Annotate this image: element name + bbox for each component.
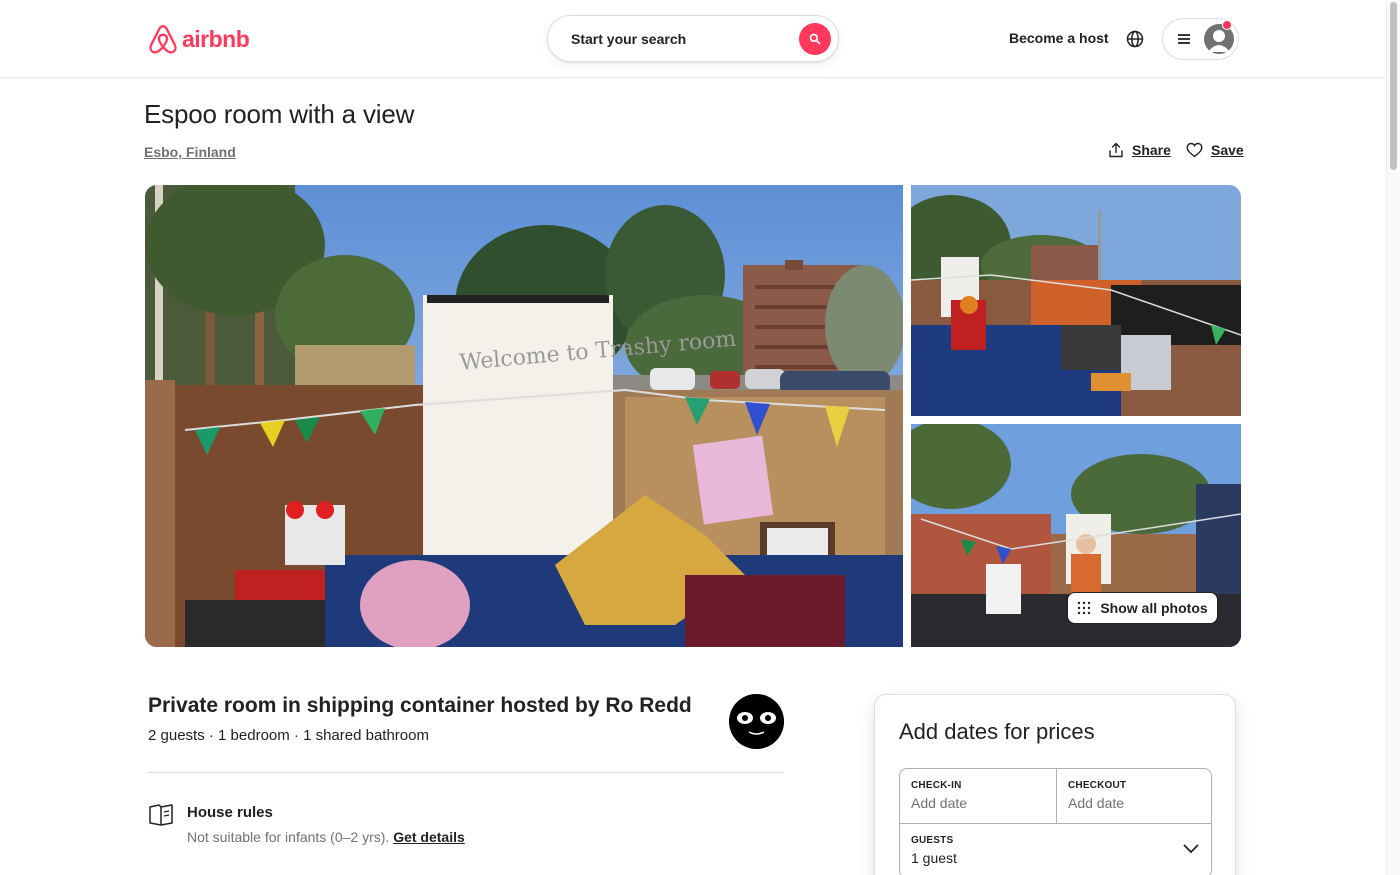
menu-icon <box>1178 34 1190 44</box>
listing-photo-main[interactable]: Welcome to Trashy room <box>145 185 903 647</box>
rules-book-icon <box>149 804 173 826</box>
listing-location-link[interactable]: Esbo, Finland <box>144 144 236 160</box>
share-icon <box>1109 142 1123 158</box>
airbnb-logo[interactable]: airbnb <box>148 23 250 55</box>
listing-title: Espoo room with a view <box>144 99 415 129</box>
checkin-label: CHECK-IN <box>911 780 962 791</box>
date-guest-picker: CHECK-IN Add date CHECKOUT Add date GUES… <box>899 768 1212 875</box>
top-header: airbnb Start your search Become a host <box>0 0 1386 78</box>
airbnb-logo-icon <box>149 24 177 54</box>
booking-title: Add dates for prices <box>899 719 1095 744</box>
checkin-field[interactable]: CHECK-IN Add date <box>900 769 1056 823</box>
house-rules-text: Not suitable for infants (0–2 yrs). Get … <box>187 829 465 845</box>
checkout-field[interactable]: CHECKOUT Add date <box>1057 769 1213 823</box>
guests-value: 1 guest <box>911 850 957 866</box>
become-host-link[interactable]: Become a host <box>1009 30 1109 46</box>
page-scrollbar[interactable] <box>1386 0 1400 875</box>
show-all-photos-button[interactable]: Show all photos <box>1067 592 1218 624</box>
booking-card: Add dates for prices CHECK-IN Add date C… <box>874 694 1236 875</box>
host-avatar[interactable] <box>729 694 784 749</box>
checkout-label: CHECKOUT <box>1068 780 1127 791</box>
listing-type-host: Private room in shipping container hoste… <box>148 694 692 717</box>
share-label: Share <box>1132 142 1171 158</box>
save-label: Save <box>1211 142 1244 158</box>
listing-photo-2[interactable] <box>911 185 1241 416</box>
chevron-down-icon <box>1183 844 1199 854</box>
checkin-value: Add date <box>911 795 968 811</box>
house-rules-title: House rules <box>187 804 273 821</box>
house-rules-desc: Not suitable for infants (0–2 yrs). <box>187 829 394 845</box>
guests-field[interactable]: GUESTS 1 guest <box>900 824 1213 875</box>
heart-icon <box>1186 142 1203 158</box>
listing-details: 2 guests · 1 bedroom · 1 shared bathroom <box>148 727 429 744</box>
search-bar[interactable]: Start your search <box>547 15 839 62</box>
notification-dot <box>1222 20 1232 30</box>
get-details-link[interactable]: Get details <box>393 829 465 845</box>
globe-icon[interactable] <box>1125 29 1145 49</box>
search-button[interactable] <box>799 23 831 55</box>
checkout-value: Add date <box>1068 795 1125 811</box>
grid-dots-icon <box>1078 601 1091 615</box>
section-divider <box>148 772 784 773</box>
guests-label: GUESTS <box>911 835 954 846</box>
logo-text: airbnb <box>182 25 250 52</box>
show-all-photos-label: Show all photos <box>1100 600 1208 616</box>
scrollbar-thumb[interactable] <box>1390 2 1397 170</box>
share-button[interactable]: Share <box>1108 142 1171 158</box>
save-button[interactable]: Save <box>1186 142 1244 158</box>
search-icon <box>809 33 821 45</box>
search-label: Start your search <box>571 30 687 47</box>
